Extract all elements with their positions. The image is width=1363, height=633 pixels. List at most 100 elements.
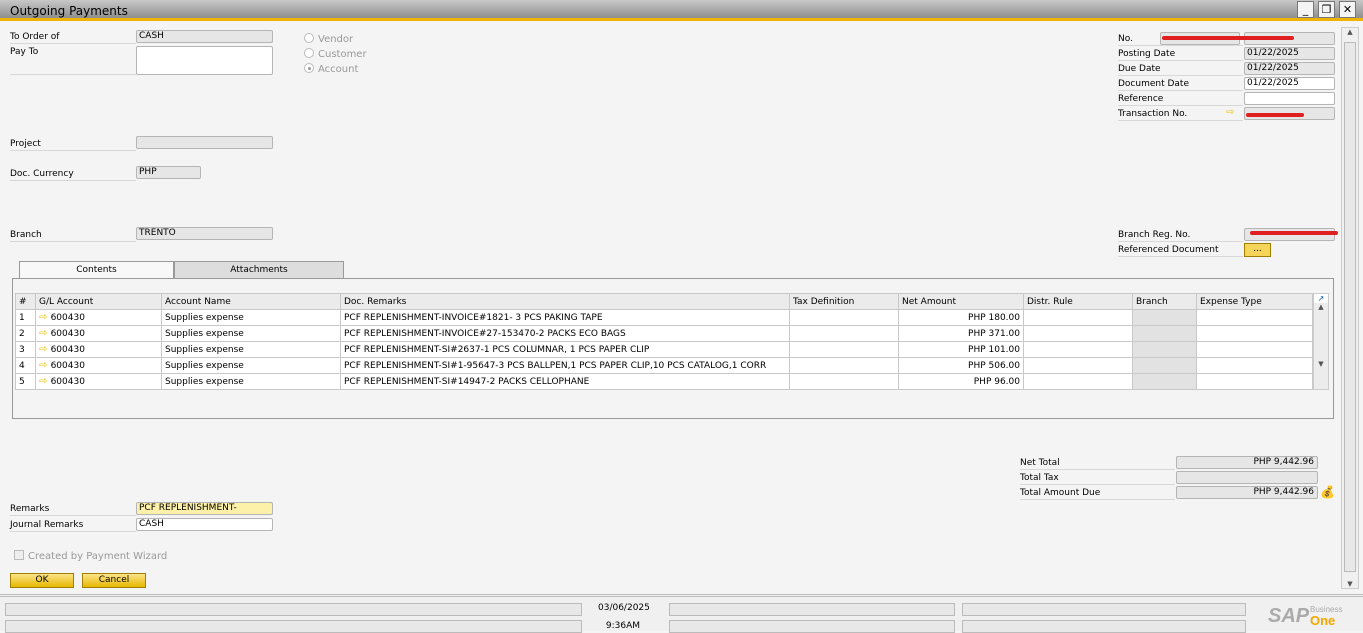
tax-definition-cell[interactable] (789, 341, 899, 358)
scroll-down-icon[interactable]: ▼ (1342, 580, 1358, 588)
col-doc-remarks[interactable]: Doc. Remarks (340, 293, 790, 310)
radio-vendor[interactable]: Vendor (304, 33, 353, 45)
col-number[interactable]: # (15, 293, 36, 310)
net-amount-cell[interactable]: PHP 101.00 (898, 341, 1024, 358)
payment-means-icon[interactable]: 💰 (1320, 485, 1335, 499)
tax-definition-cell[interactable] (789, 309, 899, 326)
doc-remarks-cell[interactable]: PCF REPLENISHMENT-INVOICE#1821- 3 PCS PA… (340, 309, 790, 326)
doc-remarks-cell[interactable]: PCF REPLENISHMENT-INVOICE#27-153470-2 PA… (340, 325, 790, 342)
scroll-up-icon[interactable]: ▲ (1342, 28, 1358, 36)
row-number-text: 1 (19, 312, 25, 323)
branch-cell[interactable] (1132, 357, 1197, 374)
col-expense-type[interactable]: Expense Type (1196, 293, 1313, 310)
tax-definition-cell[interactable] (789, 357, 899, 374)
col-net-amount[interactable]: Net Amount (898, 293, 1024, 310)
col-branch[interactable]: Branch (1132, 293, 1197, 310)
account-name-cell[interactable]: Supplies expense (161, 325, 341, 342)
row-number[interactable]: 4 (15, 357, 36, 374)
row-number[interactable]: 2 (15, 325, 36, 342)
table-row[interactable]: 5 ⇨ 600430 Supplies expense PCF REPLENISHME… (15, 373, 1313, 390)
gl-account-cell[interactable]: ⇨ 600430 (35, 341, 162, 358)
distr-rule-cell[interactable] (1023, 341, 1133, 358)
scroll-down-icon[interactable]: ▼ (1314, 360, 1328, 368)
link-arrow-icon[interactable]: ⇨ (39, 328, 51, 339)
net-amount-cell[interactable]: PHP 96.00 (898, 373, 1024, 390)
col-account-name[interactable]: Account Name (161, 293, 341, 310)
minimize-button[interactable]: _ (1297, 1, 1314, 18)
cancel-button[interactable]: Cancel (82, 573, 146, 588)
doc-remarks-cell[interactable]: PCF REPLENISHMENT-SI#1-95647-3 PCS BALLP… (340, 357, 790, 374)
branch-cell[interactable] (1132, 373, 1197, 390)
ok-button[interactable]: OK (10, 573, 74, 588)
tax-definition-cell[interactable] (789, 325, 899, 342)
row-number[interactable]: 5 (15, 373, 36, 390)
table-row[interactable]: 2 ⇨ 600430 Supplies expense PCF REPLENISHME… (15, 325, 1313, 342)
tax-definition-cell[interactable] (789, 373, 899, 390)
close-button[interactable]: ✕ (1339, 1, 1356, 18)
link-arrow-icon[interactable]: ⇨ (39, 312, 51, 323)
expand-icon[interactable]: ↗ (1314, 294, 1328, 303)
distr-rule-cell[interactable] (1023, 325, 1133, 342)
expense-type-cell[interactable] (1196, 357, 1313, 374)
table-scrollbar[interactable]: ↗ ▲ ▼ (1313, 293, 1329, 390)
expense-type-cell[interactable] (1196, 309, 1313, 326)
radio-customer[interactable]: Customer (304, 48, 367, 60)
gl-account-cell[interactable]: ⇨ 600430 (35, 309, 162, 326)
link-arrow-icon[interactable]: ⇨ (39, 360, 51, 371)
row-number-text: 2 (19, 328, 25, 339)
branch-field[interactable]: TRENTO (136, 227, 273, 240)
link-arrow-icon[interactable]: ⇨ (1226, 107, 1234, 118)
radio-account[interactable]: Account (304, 63, 358, 75)
expense-type-cell[interactable] (1196, 341, 1313, 358)
branch-cell[interactable] (1132, 325, 1197, 342)
distr-rule-cell[interactable] (1023, 373, 1133, 390)
posting-date-field[interactable]: 01/22/2025 (1244, 47, 1335, 60)
doc-remarks-cell[interactable]: PCF REPLENISHMENT-SI#2637-1 PCS COLUMNAR… (340, 341, 790, 358)
gl-account-cell[interactable]: ⇨ 600430 (35, 357, 162, 374)
restore-button[interactable]: ❐ (1318, 1, 1335, 18)
due-date-field[interactable]: 01/22/2025 (1244, 62, 1335, 75)
tab-attachments[interactable]: Attachments (174, 261, 344, 279)
col-tax-definition[interactable]: Tax Definition (789, 293, 899, 310)
project-field[interactable] (136, 136, 273, 149)
net-amount-cell[interactable]: PHP 180.00 (898, 309, 1024, 326)
expense-type-cell[interactable] (1196, 325, 1313, 342)
account-name-cell[interactable]: Supplies expense (161, 373, 341, 390)
doc-remarks-cell[interactable]: PCF REPLENISHMENT-SI#14947-2 PACKS CELLO… (340, 373, 790, 390)
currency-field[interactable]: PHP (136, 166, 201, 179)
link-arrow-icon[interactable]: ⇨ (39, 344, 51, 355)
to-order-of-field[interactable]: CASH (136, 30, 273, 43)
radio-label: Customer (318, 49, 367, 60)
remarks-field[interactable]: PCF REPLENISHMENT- (136, 502, 273, 515)
table-row[interactable]: 1 ⇨ 600430 Supplies expense PCF REPLENISHME… (15, 309, 1313, 326)
table-header: # G/L Account Account Name Doc. Remarks … (15, 293, 1313, 310)
payment-wizard-checkbox[interactable]: Created by Payment Wizard (14, 550, 167, 562)
document-date-field[interactable]: 01/22/2025 (1244, 77, 1335, 90)
table-row[interactable]: 3 ⇨ 600430 Supplies expense PCF REPLENISHME… (15, 341, 1313, 358)
row-number[interactable]: 1 (15, 309, 36, 326)
pay-to-field[interactable] (136, 46, 273, 75)
branch-cell[interactable] (1132, 309, 1197, 326)
branch-cell[interactable] (1132, 341, 1197, 358)
net-amount-cell[interactable]: PHP 371.00 (898, 325, 1024, 342)
distr-rule-cell[interactable] (1023, 309, 1133, 326)
ref-doc-button[interactable]: ... (1244, 243, 1271, 257)
link-arrow-icon[interactable]: ⇨ (39, 376, 51, 387)
reference-field[interactable] (1244, 92, 1335, 105)
gl-account-cell[interactable]: ⇨ 600430 (35, 325, 162, 342)
journal-remarks-field[interactable]: CASH (136, 518, 273, 531)
account-name-cell[interactable]: Supplies expense (161, 357, 341, 374)
table-row[interactable]: 4 ⇨ 600430 Supplies expense PCF REPLENISHME… (15, 357, 1313, 374)
scroll-up-icon[interactable]: ▲ (1314, 303, 1328, 311)
row-number[interactable]: 3 (15, 341, 36, 358)
gl-account-cell[interactable]: ⇨ 600430 (35, 373, 162, 390)
account-name-cell[interactable]: Supplies expense (161, 341, 341, 358)
scroll-thumb[interactable] (1344, 42, 1356, 572)
distr-rule-cell[interactable] (1023, 357, 1133, 374)
net-amount-cell[interactable]: PHP 506.00 (898, 357, 1024, 374)
expense-type-cell[interactable] (1196, 373, 1313, 390)
col-gl-account[interactable]: G/L Account (35, 293, 162, 310)
col-distr-rule[interactable]: Distr. Rule (1023, 293, 1133, 310)
window-scrollbar[interactable]: ▲ ▼ (1341, 27, 1359, 589)
account-name-cell[interactable]: Supplies expense (161, 309, 341, 326)
